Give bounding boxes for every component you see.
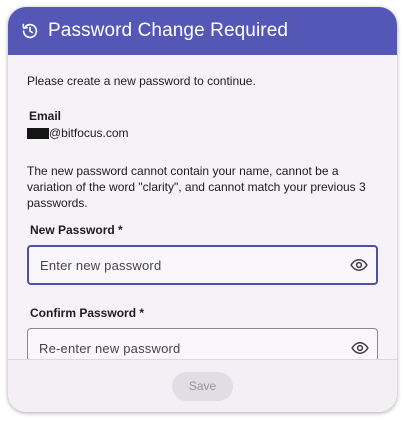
redacted-email-user	[27, 127, 49, 139]
email-domain: @bitfocus.com	[49, 126, 129, 140]
email-label: Email	[29, 109, 62, 123]
eye-icon[interactable]	[349, 255, 369, 275]
eye-icon[interactable]	[350, 338, 370, 358]
confirm-password-label: Confirm Password *	[30, 306, 145, 320]
confirm-password-input[interactable]	[28, 339, 341, 357]
dialog-title: Password Change Required	[48, 20, 289, 41]
email-value: @bitfocus.com	[27, 126, 378, 140]
dialog-header: Password Change Required	[8, 7, 397, 55]
intro-text: Please create a new password to continue…	[27, 74, 256, 88]
history-icon	[21, 22, 39, 40]
password-change-dialog: Password Change Required Please create a…	[8, 7, 397, 412]
dialog-body: Please create a new password to continue…	[8, 55, 397, 368]
password-rules-text: The new password cannot contain your nam…	[27, 164, 366, 210]
new-password-field-wrapper	[27, 245, 378, 285]
dialog-footer: Save	[8, 359, 397, 412]
new-password-input[interactable]	[29, 256, 342, 274]
save-button[interactable]: Save	[172, 371, 233, 401]
new-password-label: New Password *	[30, 223, 123, 237]
